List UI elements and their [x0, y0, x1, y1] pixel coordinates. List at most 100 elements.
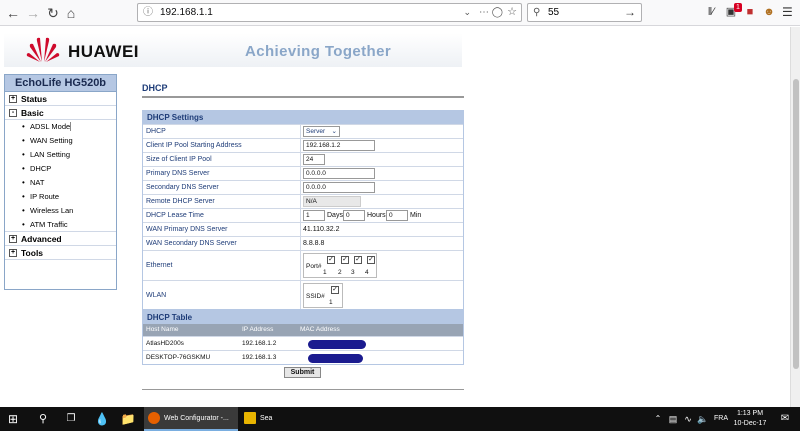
- pool-size-input[interactable]: 24: [303, 154, 325, 165]
- value-cell: 192.168.1.2: [300, 139, 375, 152]
- windows-taskbar: ⊞ ⚲ ❐ 💧 📁 Web Configurator -... Sea ⌃ ▤ …: [0, 407, 800, 431]
- file-explorer-icon[interactable]: 📁: [119, 407, 137, 431]
- extension-icon[interactable]: ■: [743, 5, 757, 19]
- sidebar-item-ip-route[interactable]: • IP Route: [5, 190, 116, 204]
- browser-toolbar: ← → ↻ ⌂ ⓘ 192.168.1.1 ⌄ ⋯ ◯ ☆ ⚲ 55 → ‖⁄ …: [0, 0, 800, 26]
- sidebar-item-advanced[interactable]: + Advanced: [5, 232, 116, 246]
- sidebar-item-label: Basic: [21, 108, 44, 118]
- go-arrow-icon[interactable]: →: [624, 4, 636, 21]
- reload-icon[interactable]: ↻: [44, 4, 62, 22]
- task-view-icon[interactable]: ❐: [62, 407, 80, 431]
- pool-start-input[interactable]: 192.168.1.2: [303, 140, 375, 151]
- sidebar-item-label: ADSL Mode: [30, 122, 72, 131]
- sidebar-item-lan-setting[interactable]: • LAN Setting: [5, 148, 116, 162]
- library-icon[interactable]: ‖⁄: [704, 5, 718, 19]
- sidebar-item-tools[interactable]: + Tools: [5, 246, 116, 260]
- page-scrollbar[interactable]: [790, 27, 800, 407]
- bullet-icon: •: [22, 164, 25, 173]
- sidebar-item-dhcp[interactable]: • DHCP: [5, 162, 116, 176]
- url-bar[interactable]: ⓘ 192.168.1.1 ⌄ ⋯ ◯ ☆: [137, 3, 522, 22]
- primary-dns-row: Primary DNS Server 0.0.0.0: [143, 166, 463, 180]
- sidebar-item-basic[interactable]: - Basic: [5, 106, 116, 120]
- avatar-icon[interactable]: ☻: [762, 5, 776, 19]
- port-2-checkbox[interactable]: ✓: [341, 256, 349, 264]
- field-label: Ethernet: [146, 262, 173, 269]
- column-header: MAC Address: [300, 326, 340, 333]
- field-label: WAN Primary DNS Server: [146, 226, 228, 233]
- ip-address-cell: 192.168.1.3: [242, 354, 277, 361]
- expand-icon[interactable]: +: [9, 95, 17, 103]
- chevron-down-icon[interactable]: ⌄: [463, 4, 471, 21]
- menu-icon[interactable]: ☰: [782, 5, 796, 19]
- port-1-checkbox[interactable]: ✓: [327, 256, 335, 264]
- home-icon[interactable]: ⌂: [62, 4, 80, 22]
- port-prefix: Port#: [306, 263, 322, 270]
- sidebar-item-adsl-mode[interactable]: • ADSL Mode: [5, 120, 116, 134]
- network-icon[interactable]: ▤: [667, 407, 679, 431]
- app-drop-icon[interactable]: 💧: [93, 407, 111, 431]
- forward-icon[interactable]: →: [24, 4, 42, 22]
- sidebar-item-label: LAN Setting: [30, 150, 71, 159]
- taskbar-app-firefox[interactable]: Web Configurator -...: [144, 407, 238, 431]
- value-cell: N/A: [300, 195, 361, 208]
- value-cell: Server ⌄: [300, 125, 340, 138]
- scrollbar-thumb[interactable]: [793, 79, 799, 369]
- lease-mins-input[interactable]: 0: [386, 210, 408, 221]
- days-label: Days: [327, 212, 343, 219]
- tagline: Achieving Together: [245, 43, 392, 60]
- chevron-up-icon[interactable]: ⌃: [652, 407, 664, 431]
- more-icon[interactable]: ⋯: [479, 4, 489, 21]
- info-icon[interactable]: ⓘ: [143, 4, 153, 21]
- wan-primary-dns-row: WAN Primary DNS Server 41.110.32.2: [143, 222, 463, 236]
- search-icon[interactable]: ⚲: [34, 407, 52, 431]
- mins-label: Min: [410, 212, 422, 219]
- value-cell: Port# ✓ 1 ✓ 2 ✓ 3 ✓ 4: [300, 251, 377, 280]
- sidebar-item-wireless-lan[interactable]: • Wireless Lan: [5, 204, 116, 218]
- title-divider: [142, 96, 464, 98]
- dhcp-mode-select[interactable]: Server ⌄: [303, 126, 340, 137]
- port-3-checkbox[interactable]: ✓: [354, 256, 362, 264]
- windows-start-icon[interactable]: ⊞: [4, 407, 22, 431]
- expand-icon[interactable]: +: [9, 235, 17, 243]
- port-3-label: 3: [351, 269, 355, 276]
- router-page: HUAWEI Achieving Together EchoLife HG520…: [0, 27, 800, 407]
- expand-icon[interactable]: +: [9, 249, 17, 257]
- taskbar-app-folder[interactable]: Sea: [240, 407, 300, 431]
- primary-dns-input[interactable]: 0.0.0.0: [303, 168, 375, 179]
- pocket-icon[interactable]: ◯: [492, 4, 503, 21]
- sidebar-item-wan-setting[interactable]: • WAN Setting: [5, 134, 116, 148]
- host-name-cell: AtlasHD200s: [146, 340, 184, 347]
- sidebar-item-label: Advanced: [21, 234, 62, 244]
- sidebar-item-label: NAT: [30, 178, 45, 187]
- value-cell: 24: [300, 153, 325, 166]
- lease-days-input[interactable]: 1: [303, 210, 325, 221]
- bookmark-star-icon[interactable]: ☆: [507, 4, 517, 21]
- bullet-icon: •: [22, 192, 25, 201]
- device-model-title: EchoLife HG520b: [5, 75, 116, 92]
- sidebar-item-nat[interactable]: • NAT: [5, 176, 116, 190]
- chevron-down-icon: ⌄: [331, 128, 337, 135]
- lease-time-row: DHCP Lease Time 1 Days 0 Hours 0 Min: [143, 208, 463, 222]
- dhcp-settings-panel: DHCP Settings DHCP Server ⌄ Client IP Po…: [142, 110, 464, 310]
- pool-size-row: Size of Client IP Pool 24: [143, 152, 463, 166]
- ssid-1-checkbox[interactable]: ✓: [331, 286, 339, 294]
- sidebar-item-label: IP Route: [30, 192, 60, 201]
- language-indicator[interactable]: FRA: [712, 407, 730, 431]
- system-clock[interactable]: 1:13 PM 10-Dec-17: [733, 409, 767, 429]
- collapse-icon[interactable]: -: [9, 109, 17, 117]
- submit-button[interactable]: Submit: [284, 367, 321, 378]
- sidebar-item-status[interactable]: + Status: [5, 92, 116, 106]
- wifi-icon[interactable]: ∿: [682, 407, 694, 431]
- page-header: HUAWEI Achieving Together: [4, 33, 462, 67]
- clock-time: 1:13 PM: [736, 410, 764, 417]
- sidebar-item-atm-traffic[interactable]: • ATM Traffic: [5, 218, 116, 232]
- port-4-checkbox[interactable]: ✓: [367, 256, 375, 264]
- secondary-dns-input[interactable]: 0.0.0.0: [303, 182, 375, 193]
- notifications-icon[interactable]: ✉: [778, 407, 792, 431]
- back-icon[interactable]: ←: [4, 4, 22, 22]
- sidebar-item-label: WAN Setting: [30, 136, 73, 145]
- search-bar[interactable]: ⚲ 55 →: [527, 3, 642, 22]
- lease-hours-input[interactable]: 0: [343, 210, 365, 221]
- volume-icon[interactable]: 🔈: [697, 407, 709, 431]
- field-label: Remote DHCP Server: [146, 198, 215, 205]
